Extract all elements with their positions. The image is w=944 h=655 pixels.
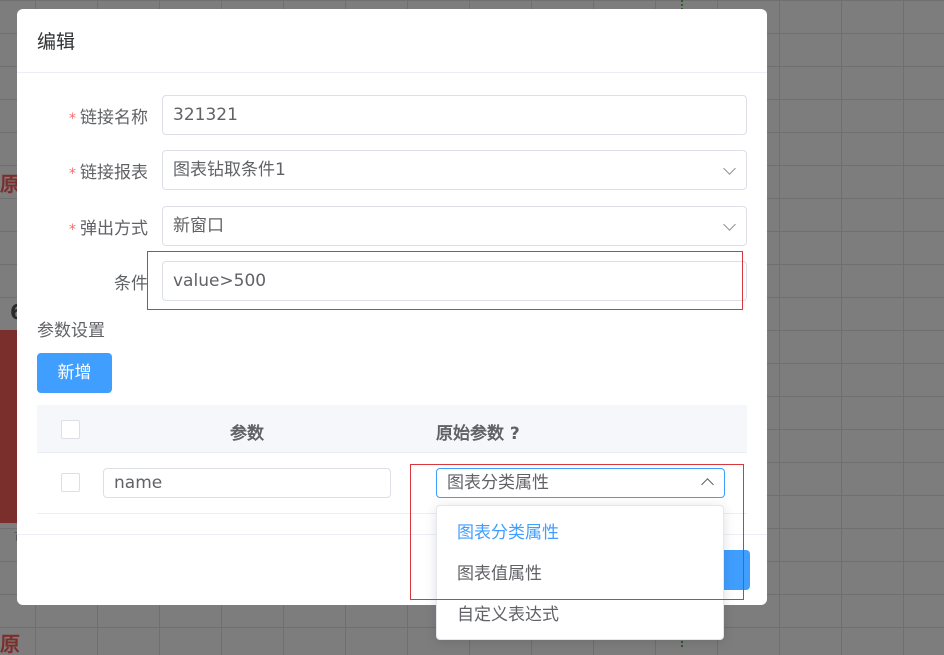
dialog-title: 编辑: [17, 9, 767, 73]
form-row-link-report: * 链接报表 图表钻取条件1: [17, 150, 767, 190]
required-asterisk: *: [69, 221, 76, 238]
dropdown-option-value[interactable]: 图表值属性: [437, 554, 723, 595]
background-chart-bar: [0, 330, 18, 523]
form-label-popup-mode: * 弹出方式: [69, 218, 148, 239]
confirm-button[interactable]: [720, 550, 750, 590]
link-report-select[interactable]: 图表钻取条件1: [162, 150, 747, 190]
form-label-link-report: * 链接报表: [69, 162, 148, 183]
link-name-input[interactable]: 321321: [162, 95, 747, 135]
background-text: 原: [0, 632, 20, 655]
link-report-value: 图表钻取条件1: [173, 160, 286, 180]
param-table: 参数 原始参数 ? name 图表分类属性: [37, 405, 747, 514]
add-param-button[interactable]: 新增: [37, 353, 112, 393]
dropdown-option-category[interactable]: 图表分类属性: [437, 513, 723, 554]
dropdown-option-expression[interactable]: 自定义表达式: [437, 595, 723, 636]
required-asterisk: *: [69, 165, 76, 182]
column-header-source-param: 原始参数 ?: [436, 424, 520, 444]
form-row-link-name: * 链接名称 321321: [17, 95, 767, 135]
chevron-down-icon: [723, 218, 736, 231]
required-asterisk: *: [69, 110, 76, 127]
param-table-header: 参数 原始参数 ?: [37, 405, 747, 453]
column-header-param: 参数: [230, 424, 264, 444]
form-row-popup-mode: * 弹出方式 新窗口: [17, 206, 767, 246]
select-all-checkbox[interactable]: [61, 420, 80, 439]
condition-input[interactable]: value>500: [162, 261, 747, 301]
popup-mode-value: 新窗口: [173, 216, 224, 236]
form-label-link-name: * 链接名称: [69, 107, 148, 128]
source-param-value: 图表分类属性: [447, 473, 549, 493]
param-section-title: 参数设置: [37, 321, 105, 341]
chevron-down-icon: [723, 162, 736, 175]
form-row-condition: 条件 value>500: [17, 261, 767, 301]
chevron-up-icon: [701, 478, 714, 491]
source-param-dropdown: 图表分类属性 图表值属性 自定义表达式: [436, 505, 724, 640]
source-param-select[interactable]: 图表分类属性: [436, 468, 725, 498]
row-checkbox[interactable]: [61, 473, 80, 492]
form-label-condition: 条件: [114, 273, 148, 294]
param-name-input[interactable]: name: [103, 468, 391, 498]
popup-mode-select[interactable]: 新窗口: [162, 206, 747, 246]
